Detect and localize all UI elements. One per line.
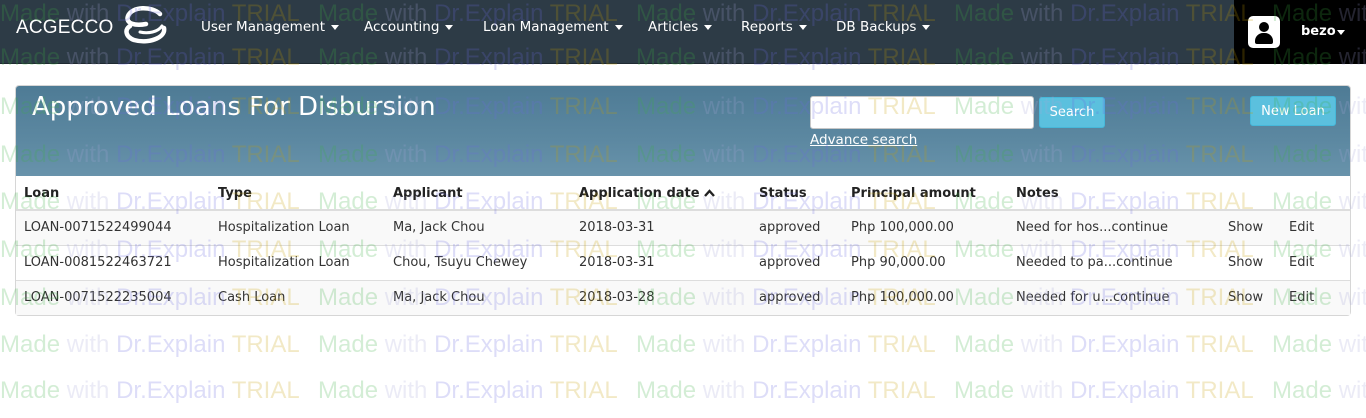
table-row: LOAN-0071522235004 Cash Loan Ma, Jack Ch… <box>16 279 1350 315</box>
page-title: Approved Loans For Disbursion <box>32 92 436 122</box>
notes-text: Needed for u... <box>1016 290 1113 306</box>
nav-reports[interactable]: Reports <box>741 19 807 35</box>
nav-label: DB Backups <box>836 19 917 35</box>
caret-down-icon <box>445 24 454 30</box>
watermark-text: Made with Dr.Explain TRIAL <box>954 377 1254 404</box>
loan-type-cell: Cash Loan <box>210 279 385 315</box>
application-date-cell: 2018-03-31 <box>571 244 751 280</box>
nav-label: Accounting <box>364 19 440 35</box>
table-row: LOAN-0071522499044 Hospitalization Loan … <box>16 209 1350 245</box>
continue-link[interactable]: continue <box>1113 290 1170 305</box>
watermark-text: Made with Dr.Explain TRIAL <box>954 331 1254 358</box>
chevron-up-icon <box>703 189 715 197</box>
nav-loan-management[interactable]: Loan Management <box>483 19 623 35</box>
watermark-text: Made with Dr.Explain TRIAL <box>1272 331 1366 358</box>
notes-cell: Needed to pa...continue <box>1008 244 1220 280</box>
status-cell: approved <box>751 279 843 315</box>
show-link[interactable]: Show <box>1220 209 1281 245</box>
loan-id-cell: LOAN-0081522463721 <box>16 244 210 280</box>
nav-label: Articles <box>648 19 699 35</box>
principal-amount-cell: Php 100,000.00 <box>843 279 1008 315</box>
watermark-text: Made with Dr.Explain TRIAL <box>318 377 618 404</box>
applicant-cell: Ma, Jack Chou <box>385 279 571 315</box>
column-header-principal-amount[interactable]: Principal amount <box>843 176 1008 211</box>
column-header-notes[interactable]: Notes <box>1008 176 1220 211</box>
nav-label: Reports <box>741 19 793 35</box>
top-navbar: ACGECCO User Management Accounting Loan … <box>0 0 1366 64</box>
loan-id-cell: LOAN-0071522235004 <box>16 279 210 315</box>
loan-type-cell: Hospitalization Loan <box>210 244 385 280</box>
nav-db-backups[interactable]: DB Backups <box>836 19 931 35</box>
notes-cell: Needed for u...continue <box>1008 279 1220 315</box>
loan-type-cell: Hospitalization Loan <box>210 209 385 245</box>
caret-down-icon <box>331 24 339 30</box>
watermark-text: Made with Dr.Explain TRIAL <box>636 331 936 358</box>
brand-logo-icon[interactable] <box>120 4 172 46</box>
notes-cell: Need for hos...continue <box>1008 209 1220 245</box>
brand-name[interactable]: ACGECCO <box>16 17 113 39</box>
principal-amount-cell: Php 90,000.00 <box>843 244 1008 280</box>
user-menu[interactable]: bezo <box>1234 0 1366 64</box>
user-avatar-icon <box>1248 16 1280 48</box>
search-button[interactable]: Search <box>1039 97 1105 128</box>
edit-link[interactable]: Edit <box>1281 209 1350 245</box>
column-header-label: Application date <box>579 186 700 201</box>
table-header-row: Loan Type Applicant Application date Sta… <box>16 176 1350 211</box>
column-header-loan[interactable]: Loan <box>16 176 210 211</box>
edit-link[interactable]: Edit <box>1281 244 1350 280</box>
watermark-text: Made with Dr.Explain TRIAL <box>1272 377 1366 404</box>
search-input[interactable] <box>810 96 1034 129</box>
column-header-status[interactable]: Status <box>751 176 843 211</box>
continue-link[interactable]: continue <box>1116 255 1173 270</box>
column-header-applicant[interactable]: Applicant <box>385 176 571 211</box>
continue-link[interactable]: continue <box>1111 220 1168 235</box>
panel-heading: Approved Loans For Disbursion Search Adv… <box>16 86 1350 176</box>
watermark-text: Made with Dr.Explain TRIAL <box>636 377 936 404</box>
caret-down-icon <box>704 24 713 30</box>
advance-search-link[interactable]: Advance search <box>810 132 917 148</box>
new-loan-button[interactable]: New Loan <box>1250 96 1336 126</box>
application-date-cell: 2018-03-28 <box>571 279 751 315</box>
notes-text: Needed to pa... <box>1016 255 1117 270</box>
column-header-application-date[interactable]: Application date <box>571 176 751 211</box>
caret-down-icon <box>798 24 807 30</box>
nav-articles[interactable]: Articles <box>648 19 713 35</box>
applicant-cell: Ma, Jack Chou <box>385 209 571 245</box>
username: bezo <box>1301 24 1336 39</box>
loans-panel: Approved Loans For Disbursion Search Adv… <box>15 85 1351 316</box>
column-header-type[interactable]: Type <box>210 176 385 211</box>
show-link[interactable]: Show <box>1220 244 1281 280</box>
watermark-text: Made with Dr.Explain TRIAL <box>0 331 300 358</box>
loans-table: Loan Type Applicant Application date Sta… <box>16 176 1350 315</box>
edit-link[interactable]: Edit <box>1281 279 1350 315</box>
watermark-text: Made with Dr.Explain TRIAL <box>0 377 300 404</box>
status-cell: approved <box>751 209 843 245</box>
show-link[interactable]: Show <box>1220 279 1281 315</box>
nav-accounting[interactable]: Accounting <box>364 19 454 35</box>
caret-down-icon <box>1337 30 1345 35</box>
watermark-row: Made with Dr.Explain TRIAL Made with Dr.E… <box>0 377 1366 405</box>
status-cell: approved <box>751 244 843 280</box>
column-header-edit <box>1281 176 1350 211</box>
applicant-cell: Chou, Tsuyu Chewey <box>385 244 571 280</box>
principal-amount-cell: Php 100,000.00 <box>843 209 1008 245</box>
notes-text: Need for hos... <box>1016 220 1112 236</box>
nav-label: Loan Management <box>483 19 609 35</box>
column-header-show <box>1220 176 1281 211</box>
caret-down-icon <box>614 24 623 30</box>
watermark-text: Made with Dr.Explain TRIAL <box>318 331 618 358</box>
application-date-cell: 2018-03-31 <box>571 209 751 245</box>
watermark-row: Made with Dr.Explain TRIAL Made with Dr.E… <box>0 331 1366 359</box>
loan-id-cell: LOAN-0071522499044 <box>16 209 210 245</box>
table-row: LOAN-0081522463721 Hospitalization Loan … <box>16 244 1350 280</box>
nav-label: User Management <box>201 19 325 35</box>
nav-user-management[interactable]: User Management <box>201 19 339 35</box>
caret-down-icon <box>922 24 931 30</box>
